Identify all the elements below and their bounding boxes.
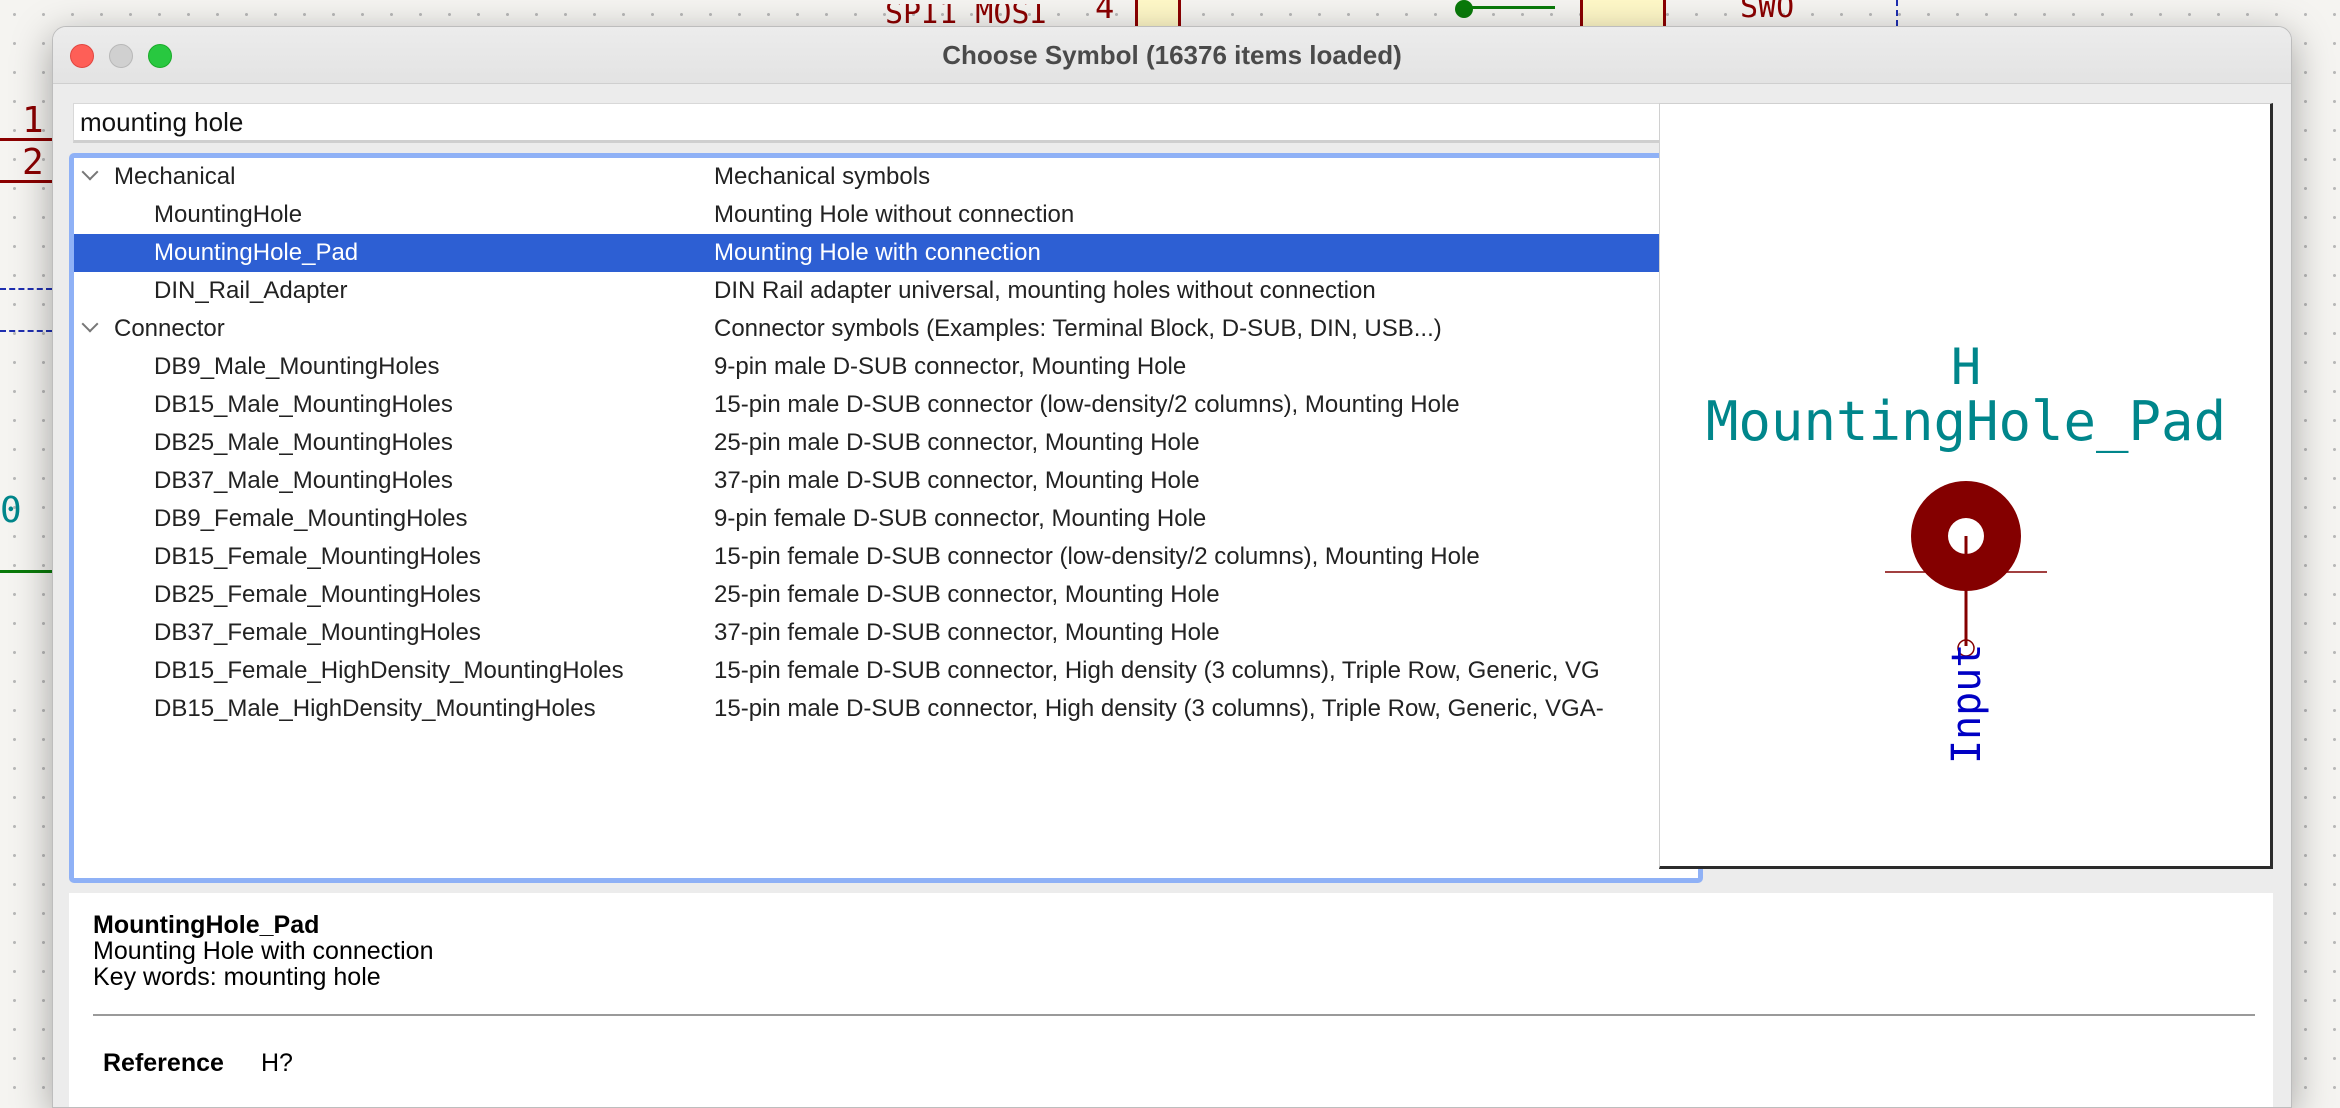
choose-symbol-dialog: Choose Symbol (16376 items loaded) Mecha…	[52, 26, 2292, 1108]
dialog-title: Choose Symbol (16376 items loaded)	[942, 40, 1402, 70]
search-input[interactable]	[73, 103, 1695, 143]
tree-item[interactable]: DB15_Male_MountingHoles 15-pin male D-SU…	[74, 386, 1698, 424]
details-description: Mounting Hole with connection	[93, 937, 434, 965]
symbol-name: DIN_Rail_Adapter	[154, 277, 348, 304]
wire	[0, 570, 52, 573]
net-label-zero: 0	[0, 490, 22, 531]
symbol-description: 15-pin male D-SUB connector (low-density…	[714, 391, 1460, 418]
symbol-description: 15-pin female D-SUB connector (low-densi…	[714, 543, 1480, 570]
pin-number-1: 1	[22, 100, 44, 141]
pin-number-2: 2	[22, 142, 44, 183]
pin-number-4: 4	[1095, 0, 1115, 26]
symbol-name: MountingHole	[154, 201, 303, 228]
symbol-value-text: MountingHole_Pad	[1706, 390, 2226, 453]
tree-item-mountinghole-pad[interactable]: MountingHole_Pad Mounting Hole with conn…	[74, 234, 1698, 272]
symbol-description: 9-pin female D-SUB connector, Mounting H…	[714, 505, 1207, 532]
tree-item[interactable]: DB15_Male_HighDensity_MountingHoles 15-p…	[74, 690, 1698, 728]
symbol-description: Mounting Hole without connection	[714, 201, 1075, 228]
symbol-description: Mounting Hole with connection	[714, 239, 1041, 266]
field-label-reference: Reference	[103, 1049, 224, 1077]
wire	[0, 180, 52, 183]
tree-item[interactable]: DB15_Female_HighDensity_MountingHoles 15…	[74, 652, 1698, 690]
details-symbol-name: MountingHole_Pad	[93, 911, 320, 939]
tree-item[interactable]: DB15_Female_MountingHoles 15-pin female …	[74, 538, 1698, 576]
symbol-name: DB9_Male_MountingHoles	[154, 353, 440, 380]
tree-item-din-rail-adapter[interactable]: DIN_Rail_Adapter DIN Rail adapter univer…	[74, 272, 1698, 310]
group-description: Mechanical symbols	[714, 163, 931, 190]
symbol-description: 25-pin male D-SUB connector, Mounting Ho…	[714, 429, 1200, 456]
tree-item[interactable]: DB25_Female_MountingHoles 25-pin female …	[74, 576, 1698, 614]
details-divider	[93, 1014, 2255, 1016]
bus-dashed-line	[1896, 0, 1898, 26]
wire	[0, 138, 52, 141]
details-keywords: Key words: mounting hole	[93, 963, 381, 991]
symbol-name: DB15_Female_MountingHoles	[154, 543, 481, 570]
pin-name-text: Input	[1944, 644, 1990, 764]
tree-group-mechanical[interactable]: Mechanical Mechanical symbols	[74, 158, 1698, 196]
symbol-name: DB25_Female_MountingHoles	[154, 581, 481, 608]
symbol-tree[interactable]: Mechanical Mechanical symbols MountingHo…	[69, 153, 1703, 883]
symbol-details-panel: MountingHole_Pad Mounting Hole with conn…	[69, 893, 2273, 1107]
tree-item[interactable]: DB9_Male_MountingHoles 9-pin male D-SUB …	[74, 348, 1698, 386]
net-label-swo: SWO	[1740, 0, 1795, 25]
symbol-preview-canvas: H MountingHole_Pad Input	[1706, 338, 2226, 764]
symbol-name: DB15_Female_HighDensity_MountingHoles	[154, 657, 624, 684]
tree-item[interactable]: DB25_Male_MountingHoles 25-pin male D-SU…	[74, 424, 1698, 462]
tree-item-mountinghole[interactable]: MountingHole Mounting Hole without conne…	[74, 196, 1698, 234]
symbol-description: 37-pin female D-SUB connector, Mounting …	[714, 619, 1220, 646]
net-label-spi1-mosi: SPI1_MOSI	[885, 4, 1048, 26]
symbol-description: 9-pin male D-SUB connector, Mounting Hol…	[714, 353, 1187, 380]
tree-item[interactable]: DB37_Male_MountingHoles 37-pin male D-SU…	[74, 462, 1698, 500]
symbol-name: DB15_Male_MountingHoles	[154, 391, 453, 418]
tree-item[interactable]: DB9_Female_MountingHoles 9-pin female D-…	[74, 500, 1698, 538]
symbol-name: MountingHole_Pad	[154, 239, 359, 266]
group-description: Connector symbols (Examples: Terminal Bl…	[714, 315, 1442, 342]
symbol-reference-text: H	[1951, 338, 1981, 396]
symbol-name: DB9_Female_MountingHoles	[154, 505, 468, 532]
symbol-description: DIN Rail adapter universal, mounting hol…	[714, 277, 1376, 304]
symbol-preview: H MountingHole_Pad Input	[1659, 103, 2273, 869]
wire	[1465, 6, 1555, 9]
symbol-name: DB37_Female_MountingHoles	[154, 619, 481, 646]
group-name: Mechanical	[114, 163, 236, 190]
tree-group-connector[interactable]: Connector Connector symbols (Examples: T…	[74, 310, 1698, 348]
chevron-down-icon[interactable]	[84, 318, 96, 330]
symbol-name: DB15_Male_HighDensity_MountingHoles	[154, 695, 596, 722]
field-value-reference: H?	[261, 1049, 293, 1077]
tree-item[interactable]: DB37_Female_MountingHoles 37-pin female …	[74, 614, 1698, 652]
symbol-name: DB37_Male_MountingHoles	[154, 467, 453, 494]
title-bar[interactable]: Choose Symbol (16376 items loaded)	[53, 27, 2291, 84]
symbol-description: 25-pin female D-SUB connector, Mounting …	[714, 581, 1220, 608]
group-name: Connector	[114, 315, 225, 342]
symbol-description: 37-pin male D-SUB connector, Mounting Ho…	[714, 467, 1200, 494]
junction-dot	[1455, 0, 1473, 18]
chevron-down-icon[interactable]	[84, 166, 96, 178]
symbol-description: 15-pin male D-SUB connector, High densit…	[714, 695, 1604, 722]
bus-dashed-line	[0, 330, 52, 332]
symbol-name: DB25_Male_MountingHoles	[154, 429, 453, 456]
bus-dashed-line	[0, 288, 52, 290]
symbol-description: 15-pin female D-SUB connector, High dens…	[714, 657, 1600, 684]
